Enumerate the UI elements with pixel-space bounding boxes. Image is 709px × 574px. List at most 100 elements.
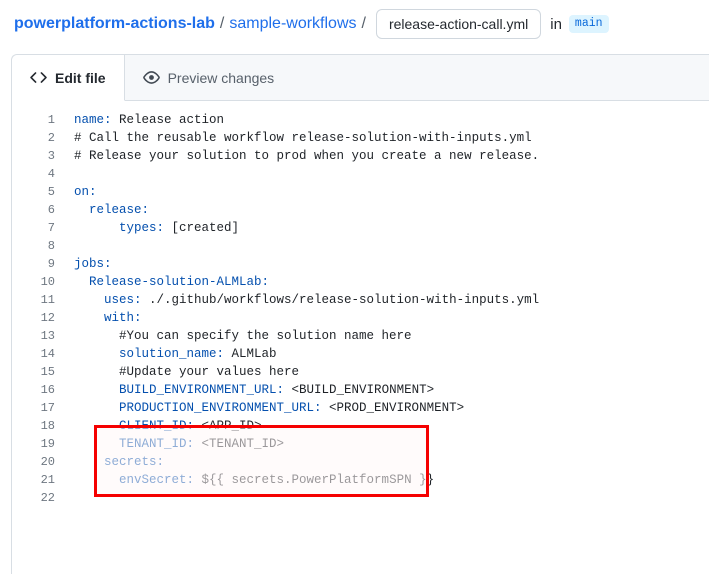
code-token-key: secrets: [74,455,164,469]
line-number: 9 [12,255,64,273]
tab-edit-file[interactable]: Edit file [12,55,125,101]
code-token-comment: # Call the reusable workflow release-sol… [74,131,532,145]
code-line-text[interactable]: TENANT_ID: <TENANT_ID> [64,435,709,453]
branch-badge: main [569,15,609,33]
code-line-text[interactable]: solution_name: ALMLab [64,345,709,363]
code-line-text[interactable]: with: [64,309,709,327]
code-line: 13 #You can specify the solution name he… [12,327,709,345]
code-line-text[interactable]: BUILD_ENVIRONMENT_URL: <BUILD_ENVIRONMEN… [64,381,709,399]
code-line: 4 [12,165,709,183]
code-token-key: name: [74,113,112,127]
line-number: 16 [12,381,64,399]
code-token-key: TENANT_ID: [74,437,194,451]
line-number: 22 [12,489,64,507]
code-line: 22 [12,489,709,507]
code-line-text[interactable]: Release-solution-ALMLab: [64,273,709,291]
code-editor[interactable]: 1name: Release action2# Call the reusabl… [12,101,709,507]
code-token-plain: <TENANT_ID> [194,437,284,451]
code-token-comment: # Release your solution to prod when you… [74,149,539,163]
line-number: 2 [12,129,64,147]
breadcrumb-separator-1: / [220,15,224,33]
code-token-key: solution_name: [74,347,224,361]
code-line-text[interactable]: release: [64,201,709,219]
code-line-text[interactable]: # Release your solution to prod when you… [64,147,709,165]
breadcrumb: powerplatform-actions-lab / sample-workf… [0,0,709,48]
line-number: 18 [12,417,64,435]
code-line: 9 jobs: [12,255,709,273]
code-line-text[interactable]: PRODUCTION_ENVIRONMENT_URL: <PROD_ENVIRO… [64,399,709,417]
tab-preview-changes-label: Preview changes [168,70,275,86]
code-line: 6 release: [12,201,709,219]
code-token-plain: ./.github/workflows/release-solution-wit… [142,293,540,307]
code-token-key: envSecret: [74,473,194,487]
code-line-text[interactable]: #Update your values here [64,363,709,381]
code-line: 21 envSecret: ${{ secrets.PowerPlatformS… [12,471,709,489]
code-line: 19 TENANT_ID: <TENANT_ID> [12,435,709,453]
code-line-text[interactable]: uses: ./.github/workflows/release-soluti… [64,291,709,309]
code-line: 8 [12,237,709,255]
line-number: 5 [12,183,64,201]
code-line: 7 types: [created] [12,219,709,237]
code-token-comment: #Update your values here [74,365,299,379]
code-token-key: jobs: [74,257,112,271]
code-line: 2 # Call the reusable workflow release-so… [12,129,709,147]
breadcrumb-repo-link[interactable]: powerplatform-actions-lab [14,15,215,33]
line-number: 14 [12,345,64,363]
code-line: 3 # Release your solution to prod when yo… [12,147,709,165]
code-line-text[interactable]: envSecret: ${{ secrets.PowerPlatformSPN … [64,471,709,489]
code-line-text[interactable]: name: Release action [64,111,709,129]
code-token-plain: <APP_ID> [194,419,262,433]
code-line: 11 uses: ./.github/workflows/release-sol… [12,291,709,309]
code-token-key: BUILD_ENVIRONMENT_URL: [74,383,284,397]
code-token-plain: Release action [112,113,225,127]
line-number: 6 [12,201,64,219]
code-line-text[interactable]: #You can specify the solution name here [64,327,709,345]
line-number: 19 [12,435,64,453]
code-line: 20 secrets: [12,453,709,471]
breadcrumb-separator-2: / [362,15,366,33]
line-number: 15 [12,363,64,381]
line-number: 21 [12,471,64,489]
code-line-text[interactable]: types: [created] [64,219,709,237]
line-number: 20 [12,453,64,471]
code-token-plain: <BUILD_ENVIRONMENT> [284,383,434,397]
eye-icon [143,69,160,86]
code-icon [30,69,47,86]
in-label: in [550,16,562,33]
code-line-text[interactable]: # Call the reusable workflow release-sol… [64,129,709,147]
code-line-text[interactable]: secrets: [64,453,709,471]
code-line: 5on: [12,183,709,201]
line-number: 11 [12,291,64,309]
code-line-text[interactable]: jobs: [64,255,709,273]
code-line: 14 solution_name: ALMLab [12,345,709,363]
code-line: 16 BUILD_ENVIRONMENT_URL: <BUILD_ENVIRON… [12,381,709,399]
code-line: 18 CLIENT_ID: <APP_ID> [12,417,709,435]
line-number: 8 [12,237,64,255]
code-token-plain: ALMLab [224,347,277,361]
tab-edit-file-label: Edit file [55,70,106,86]
tab-preview-changes[interactable]: Preview changes [125,55,293,100]
line-number: 1 [12,111,64,129]
code-token-key: with: [74,311,142,325]
code-token-key: PRODUCTION_ENVIRONMENT_URL: [74,401,322,415]
code-line-text[interactable]: CLIENT_ID: <APP_ID> [64,417,709,435]
code-line-text[interactable]: on: [64,183,709,201]
line-number: 3 [12,147,64,165]
line-number: 4 [12,165,64,183]
code-token-plain: ${{ secrets.PowerPlatformSPN }} [194,473,434,487]
code-line: 17 PRODUCTION_ENVIRONMENT_URL: <PROD_ENV… [12,399,709,417]
code-token-key: Release-solution-ALMLab: [74,275,269,289]
line-number: 13 [12,327,64,345]
code-token-plain: [created] [164,221,239,235]
code-lines-container: 1name: Release action2# Call the reusabl… [12,111,709,507]
code-token-comment: #You can specify the solution name here [74,329,412,343]
line-number: 10 [12,273,64,291]
line-number: 17 [12,399,64,417]
breadcrumb-folder-link[interactable]: sample-workflows [229,15,356,33]
code-line: 1name: Release action [12,111,709,129]
code-token-key: types: [74,221,164,235]
filename-input[interactable]: release-action-call.yml [376,9,541,39]
file-editor-panel: Edit file Preview changes 1name: Release… [11,54,709,574]
editor-tabstrip: Edit file Preview changes [12,55,709,101]
code-line: 15 #Update your values here [12,363,709,381]
